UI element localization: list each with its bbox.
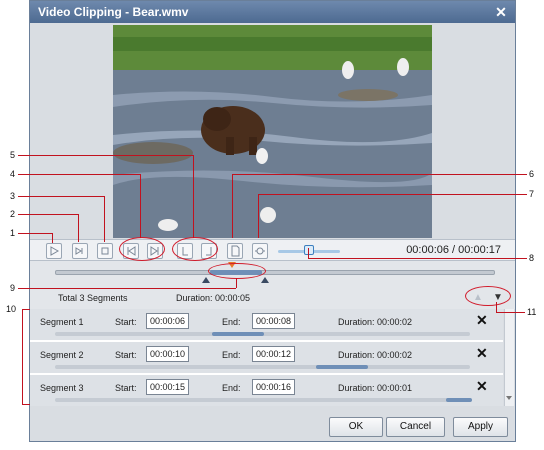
- annotation-oval: [119, 237, 165, 261]
- callout-line: [18, 196, 104, 197]
- segment-range-fill: [212, 332, 264, 336]
- timeline[interactable]: [30, 261, 515, 287]
- annotation-oval: [465, 286, 511, 306]
- callout-line: [18, 233, 52, 234]
- callout-line: [258, 194, 527, 195]
- callout-9: 9: [10, 283, 16, 293]
- segment-range-fill: [316, 365, 368, 369]
- ok-button[interactable]: OK: [329, 417, 383, 437]
- callout-1: 1: [10, 228, 16, 238]
- stop-icon[interactable]: [97, 243, 113, 259]
- segment-end-handle[interactable]: [261, 277, 269, 283]
- volume-thumb[interactable]: [304, 245, 314, 255]
- delete-icon[interactable]: ✕: [476, 312, 488, 329]
- video-clipping-window: Video Clipping - Bear.wmv ✕ 00:00:06 / 0…: [29, 0, 516, 442]
- segment-name: Segment 3: [40, 383, 84, 393]
- timecode: 00:00:06 / 00:00:17: [406, 244, 501, 256]
- callout-line: [496, 312, 525, 313]
- scroll-down-icon[interactable]: [506, 396, 512, 400]
- delete-icon[interactable]: ✕: [476, 378, 488, 395]
- callout-line: [18, 174, 140, 175]
- callout-line: [308, 258, 527, 259]
- end-time-input[interactable]: 00:00:16: [252, 379, 295, 395]
- cancel-button[interactable]: Cancel: [386, 417, 445, 437]
- segment-start-handle[interactable]: [202, 277, 210, 283]
- start-time-input[interactable]: 00:00:10: [146, 346, 189, 362]
- callout-line: [22, 309, 30, 310]
- segment-duration: Duration: 00:00:01: [338, 383, 413, 393]
- annotation-oval: [208, 263, 266, 279]
- window-title: Video Clipping - Bear.wmv: [38, 5, 189, 19]
- title-bar: Video Clipping - Bear.wmv ✕: [30, 1, 515, 23]
- callout-10: 10: [6, 304, 17, 314]
- callout-11: 11: [527, 307, 537, 317]
- next-frame-icon[interactable]: [72, 243, 88, 259]
- play-icon[interactable]: [46, 243, 62, 259]
- callout-6: 6: [529, 169, 535, 179]
- close-icon[interactable]: ✕: [493, 4, 509, 20]
- segment-range-track: [55, 398, 470, 402]
- callout-line: [78, 214, 79, 242]
- timeline-track[interactable]: [55, 270, 495, 275]
- callout-line: [193, 155, 194, 238]
- segment-list-scrollbar[interactable]: [504, 309, 514, 406]
- callout-line: [496, 302, 497, 312]
- callout-8: 8: [529, 253, 535, 263]
- snapshot-icon[interactable]: [252, 243, 268, 259]
- callout-line: [18, 288, 236, 289]
- callout-3: 3: [10, 191, 16, 201]
- callout-2: 2: [10, 209, 16, 219]
- callout-7: 7: [529, 189, 535, 199]
- callout-line: [22, 404, 30, 405]
- segment-name: Segment 2: [40, 350, 84, 360]
- segment-row[interactable]: Segment 3 Start: 00:00:15 End: 00:00:16 …: [30, 375, 503, 406]
- start-time-input[interactable]: 00:00:06: [146, 313, 189, 329]
- video-preview: [113, 25, 432, 238]
- total-duration: Duration: 00:00:05: [176, 293, 251, 303]
- delete-icon[interactable]: ✕: [476, 345, 488, 362]
- segments-header: Total 3 Segments Duration: 00:00:05 ▲ ▼: [30, 287, 515, 309]
- callout-line: [52, 233, 53, 243]
- video-frame: [113, 25, 432, 238]
- segment-row[interactable]: Segment 1 Start: 00:00:06 End: 00:00:08 …: [30, 309, 503, 341]
- end-label: End:: [222, 383, 241, 393]
- segment-range-fill: [446, 398, 472, 402]
- callout-line: [232, 174, 527, 175]
- callout-line: [18, 214, 78, 215]
- segment-name: Segment 1: [40, 317, 84, 327]
- callout-line: [258, 194, 259, 238]
- end-label: End:: [222, 350, 241, 360]
- segment-range-track: [55, 365, 470, 369]
- segment-list: Segment 1 Start: 00:00:06 End: 00:00:08 …: [30, 309, 503, 406]
- segment-row[interactable]: Segment 2 Start: 00:00:10 End: 00:00:12 …: [30, 342, 503, 374]
- callout-line: [308, 248, 309, 258]
- callout-5: 5: [10, 150, 16, 160]
- callout-line: [104, 196, 105, 242]
- callout-line: [18, 155, 193, 156]
- callout-4: 4: [10, 169, 16, 179]
- start-label: Start:: [115, 317, 137, 327]
- callout-line: [140, 174, 141, 238]
- apply-button[interactable]: Apply: [453, 417, 508, 437]
- callout-line: [232, 174, 233, 238]
- annotation-oval: [172, 237, 218, 261]
- start-time-input[interactable]: 00:00:15: [146, 379, 189, 395]
- new-segment-icon[interactable]: [227, 243, 243, 259]
- callout-line: [22, 309, 23, 405]
- segment-duration: Duration: 00:00:02: [338, 350, 413, 360]
- end-time-input[interactable]: 00:00:08: [252, 313, 295, 329]
- start-label: Start:: [115, 350, 137, 360]
- end-time-input[interactable]: 00:00:12: [252, 346, 295, 362]
- segment-duration: Duration: 00:00:02: [338, 317, 413, 327]
- start-label: Start:: [115, 383, 137, 393]
- callout-line: [236, 278, 237, 288]
- end-label: End:: [222, 317, 241, 327]
- total-segments: Total 3 Segments: [58, 293, 128, 303]
